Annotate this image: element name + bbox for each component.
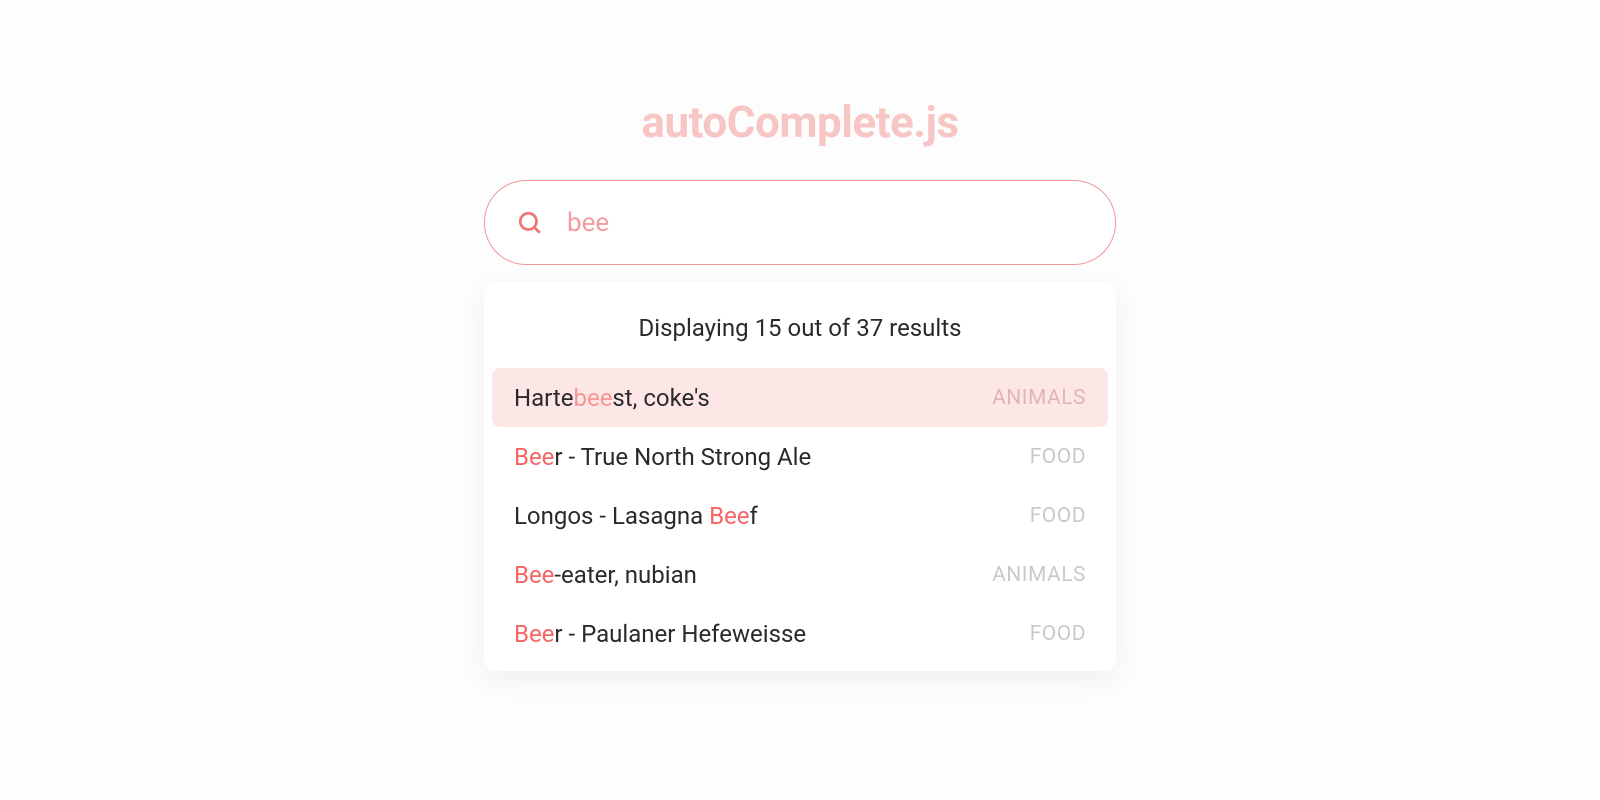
result-item[interactable]: Beer - True North Strong Ale FOOD — [492, 427, 1108, 486]
result-text-post: st, coke's — [612, 384, 709, 412]
result-item[interactable]: Hartebeest, coke's ANIMALS — [492, 368, 1108, 427]
result-text-post: f — [750, 502, 758, 530]
result-text-match: Bee — [514, 443, 554, 471]
result-item[interactable]: Longos - Lasagna Beef FOOD — [492, 486, 1108, 545]
result-category: FOOD — [1030, 504, 1086, 528]
result-text-post: -eater, nubian — [554, 561, 696, 589]
result-text: Beer - Paulaner Hefeweisse — [514, 620, 806, 648]
result-category: FOOD — [1030, 622, 1086, 646]
result-item[interactable]: Bee-eater, nubian ANIMALS — [492, 545, 1108, 604]
search-box[interactable] — [484, 180, 1116, 265]
result-text-match: Bee — [514, 620, 554, 648]
results-list: Hartebeest, coke'sANIMALSBeer - True Nor… — [484, 368, 1116, 663]
results-header-middle: out of — [782, 314, 857, 342]
search-input[interactable] — [567, 208, 1083, 238]
page-title: autoComplete.js — [641, 96, 958, 148]
results-shown-count: 15 — [755, 314, 782, 342]
result-category: ANIMALS — [992, 386, 1086, 410]
results-total-count: 37 — [856, 314, 883, 342]
search-icon — [517, 210, 543, 236]
search-container: Displaying 15 out of 37 results Hartebee… — [484, 180, 1116, 671]
result-text-post: r - Paulaner Hefeweisse — [554, 620, 806, 648]
results-header-prefix: Displaying — [639, 314, 755, 342]
result-text-post: r - True North Strong Ale — [554, 443, 811, 471]
result-text-match: Bee — [709, 502, 749, 530]
result-item[interactable]: Beer - Paulaner Hefeweisse FOOD — [492, 604, 1108, 663]
results-count: Displaying 15 out of 37 results — [484, 292, 1116, 368]
results-header-suffix: results — [883, 314, 961, 342]
result-text-pre: Longos - Lasagna — [514, 502, 709, 530]
result-text: Beer - True North Strong Ale — [514, 443, 811, 471]
result-category: ANIMALS — [992, 563, 1086, 587]
result-text: Longos - Lasagna Beef — [514, 502, 758, 530]
results-panel: Displaying 15 out of 37 results Hartebee… — [484, 282, 1116, 671]
result-text-match: bee — [573, 384, 612, 412]
result-text-match: Bee — [514, 561, 554, 589]
result-category: FOOD — [1030, 445, 1086, 469]
result-text: Bee-eater, nubian — [514, 561, 697, 589]
result-text-pre: Harte — [514, 384, 573, 412]
result-text: Hartebeest, coke's — [514, 384, 710, 412]
